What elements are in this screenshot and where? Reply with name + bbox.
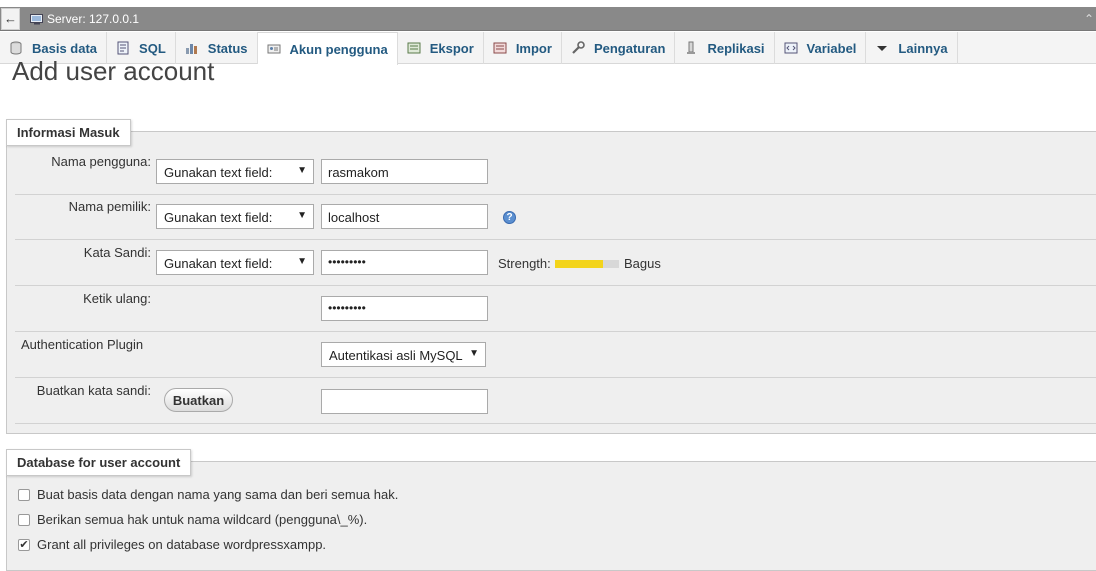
- dropdown-arrow-icon: ▼: [297, 210, 307, 221]
- status-icon: [185, 41, 199, 55]
- tab-label: Replikasi: [707, 40, 765, 56]
- sql-icon: [116, 41, 130, 55]
- select-value: Gunakan text field:: [164, 165, 273, 180]
- server-title[interactable]: Server: 127.0.0.1: [47, 12, 139, 26]
- password-row: Kata Sandi: Gunakan text field: ▼ ••••••…: [15, 240, 1096, 286]
- host-input[interactable]: localhost: [321, 204, 488, 229]
- top-strip: [0, 0, 1096, 7]
- replication-icon: [684, 41, 698, 55]
- retype-password-input[interactable]: •••••••••: [321, 296, 488, 321]
- tab-label: Pengaturan: [593, 40, 666, 56]
- import-icon: [493, 41, 507, 55]
- tab-label: SQL: [139, 40, 166, 56]
- tab-impor[interactable]: Impor: [484, 32, 562, 64]
- host-mode-select[interactable]: Gunakan text field: ▼: [156, 204, 314, 229]
- database-legend: Database for user account: [6, 449, 192, 476]
- strength-meter-fill: [555, 260, 603, 268]
- database-icon: [9, 41, 23, 55]
- checkbox-wildcard[interactable]: [18, 513, 30, 526]
- chevron-down-icon: [875, 41, 889, 55]
- option-create-db[interactable]: Buat basis data dengan nama yang sama da…: [18, 487, 398, 502]
- variables-icon: [784, 41, 798, 55]
- back-arrow-button[interactable]: ←: [1, 7, 20, 30]
- user-accounts-icon: [267, 42, 281, 56]
- tab-pengaturan[interactable]: Pengaturan: [562, 32, 676, 64]
- checkbox-create-db[interactable]: [18, 488, 30, 501]
- select-value: Autentikasi asli MySQL: [329, 348, 463, 363]
- host-row: Nama pemilik: Gunakan text field: ▼ loca…: [15, 195, 1096, 240]
- tab-label: Lainnya: [898, 40, 948, 56]
- password-input[interactable]: •••••••••: [321, 250, 488, 275]
- page-title: Add user account: [12, 56, 215, 86]
- generate-label: Buatkan kata sandi:: [36, 383, 151, 398]
- username-label: Nama pengguna:: [51, 154, 151, 169]
- help-icon[interactable]: ?: [503, 211, 516, 224]
- tab-label: Impor: [515, 40, 552, 56]
- dropdown-arrow-icon: ▼: [297, 256, 307, 267]
- option-label: Berikan semua hak untuk nama wildcard (p…: [37, 512, 368, 527]
- tab-label: Status: [207, 40, 248, 56]
- username-input[interactable]: rasmakom: [321, 159, 488, 184]
- option-label: Buat basis data dengan nama yang sama da…: [37, 487, 399, 502]
- tab-label: Variabel: [806, 40, 857, 56]
- retype-row: Ketik ulang: •••••••••: [15, 286, 1096, 332]
- export-icon: [407, 41, 421, 55]
- strength-label: Strength:: [498, 256, 551, 271]
- dropdown-arrow-icon: ▼: [469, 348, 479, 359]
- select-value: Gunakan text field:: [164, 210, 273, 225]
- password-label: Kata Sandi:: [83, 245, 151, 260]
- strength-text: Bagus: [624, 256, 661, 271]
- option-grant-db[interactable]: ✔ Grant all privileges on database wordp…: [18, 537, 326, 552]
- password-mode-select[interactable]: Gunakan text field: ▼: [156, 250, 314, 275]
- tab-label: Akun pengguna: [289, 41, 388, 57]
- server-breadcrumb-bar: ← Server: 127.0.0.1 ⌃: [0, 7, 1096, 31]
- tab-replikasi[interactable]: Replikasi: [675, 32, 775, 64]
- generated-password-input[interactable]: [321, 389, 488, 414]
- tab-label: Basis data: [32, 40, 98, 56]
- auth-plugin-label: Authentication Plugin: [21, 337, 144, 352]
- option-wildcard[interactable]: Berikan semua hak untuk nama wildcard (p…: [18, 512, 367, 527]
- host-label: Nama pemilik:: [68, 199, 151, 214]
- login-info-fieldset: Nama pengguna: Gunakan text field: ▼ ras…: [6, 131, 1096, 434]
- wrench-icon: [571, 41, 585, 55]
- tab-label: Ekspor: [429, 40, 474, 56]
- auth-plugin-select[interactable]: Autentikasi asli MySQL ▼: [321, 342, 486, 367]
- tab-ekspor[interactable]: Ekspor: [398, 32, 484, 64]
- select-value: Gunakan text field:: [164, 256, 273, 271]
- option-label: Grant all privileges on database wordpre…: [37, 537, 327, 552]
- auth-plugin-row: Authentication Plugin Autentikasi asli M…: [15, 332, 1096, 378]
- username-mode-select[interactable]: Gunakan text field: ▼: [156, 159, 314, 184]
- generate-password-row: Buatkan kata sandi: Buatkan: [15, 378, 1096, 424]
- tab-lainnya[interactable]: Lainnya: [866, 32, 958, 64]
- server-icon: [30, 13, 44, 25]
- login-info-legend: Informasi Masuk: [6, 119, 131, 146]
- tab-akun-pengguna[interactable]: Akun pengguna: [257, 32, 398, 65]
- username-row: Nama pengguna: Gunakan text field: ▼ ras…: [15, 148, 1096, 195]
- retype-label: Ketik ulang:: [83, 291, 151, 306]
- collapse-icon[interactable]: ⌃: [1084, 12, 1094, 26]
- dropdown-arrow-icon: ▼: [297, 165, 307, 176]
- password-strength-meter: [555, 260, 619, 268]
- generate-password-button[interactable]: Buatkan: [164, 388, 233, 412]
- checkbox-grant-db[interactable]: ✔: [18, 538, 30, 551]
- tab-variabel[interactable]: Variabel: [775, 32, 867, 64]
